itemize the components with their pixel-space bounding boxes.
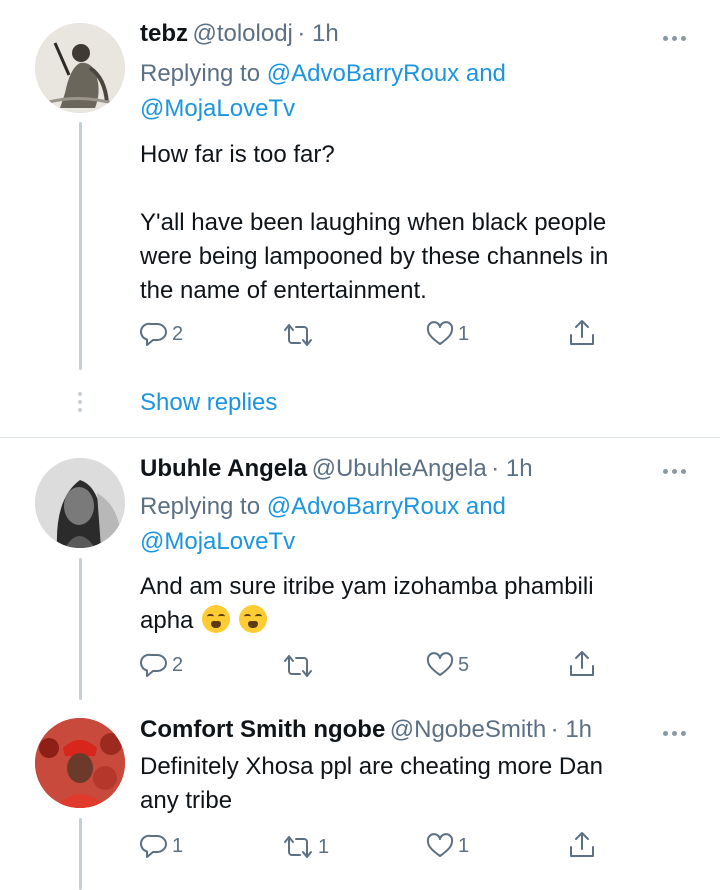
share-button[interactable]	[568, 318, 596, 348]
heart-icon	[426, 321, 454, 345]
like-count: 1	[458, 834, 470, 857]
tweet-text-line: Definitely Xhosa ppl are cheating more D…	[140, 753, 603, 780]
tweet-header: tebz @tololodj · 1h	[140, 20, 339, 48]
tweet-text: Definitely Xhosa ppl are cheating more D…	[140, 750, 700, 818]
tweet-3[interactable]: Comfort Smith ngobe @NgobeSmith · 1h Def…	[0, 700, 720, 890]
retweet-icon	[284, 324, 312, 346]
reply-button[interactable]: 1	[140, 832, 183, 860]
avatar-photo	[35, 718, 125, 808]
like-count: 5	[458, 653, 470, 676]
display-name[interactable]: tebz	[140, 20, 188, 47]
retweet-button[interactable]	[282, 653, 318, 679]
retweet-count: 1	[318, 835, 330, 858]
share-icon	[570, 651, 594, 676]
avatar-drawing	[35, 23, 125, 113]
reply-button[interactable]: 2	[140, 320, 183, 348]
weary-face-emoji	[202, 605, 231, 633]
tweet-header: Ubuhle Angela @UbuhleAngela · 1h	[140, 455, 533, 483]
timestamp[interactable]: · 1h	[297, 20, 338, 47]
tweet-text-line: were being lampooned by these channels i…	[140, 243, 609, 270]
retweet-icon	[284, 655, 312, 677]
handle[interactable]: @tololodj	[192, 20, 292, 47]
replying-and[interactable]: and	[459, 493, 506, 520]
more-icon[interactable]	[663, 731, 686, 736]
share-icon	[570, 320, 594, 345]
thread-dots	[78, 392, 82, 412]
like-button[interactable]: 1	[426, 833, 469, 859]
more-icon[interactable]	[663, 36, 686, 41]
reply-icon	[140, 653, 167, 677]
share-button[interactable]	[568, 649, 596, 679]
avatar-ubuhle[interactable]	[35, 458, 125, 548]
thread-line	[79, 122, 82, 370]
weary-face-emoji	[238, 605, 267, 633]
replying-to: Replying to @AdvoBarryRoux and @MojaLove…	[140, 56, 680, 126]
mention-advobarryroux[interactable]: @AdvoBarryRoux	[267, 60, 459, 87]
replying-prefix: Replying to	[140, 493, 267, 520]
mention-mojalovetv[interactable]: @MojaLoveTv	[140, 528, 295, 555]
handle[interactable]: @NgobeSmith	[390, 716, 546, 743]
share-icon	[570, 832, 594, 857]
replying-and[interactable]: and	[459, 60, 506, 87]
retweet-button[interactable]: 1	[282, 834, 329, 860]
tweet-text: And am sure itribe yam izohamba phambili…	[140, 570, 700, 638]
like-button[interactable]: 1	[426, 321, 469, 347]
display-name[interactable]: Ubuhle Angela	[140, 455, 307, 482]
tweet-header: Comfort Smith ngobe @NgobeSmith · 1h	[140, 716, 592, 744]
share-button[interactable]	[568, 830, 596, 860]
reply-icon	[140, 834, 167, 858]
reply-button[interactable]: 2	[140, 651, 183, 679]
avatar-photo	[35, 458, 125, 548]
heart-icon	[426, 833, 454, 857]
avatar-tebz[interactable]	[35, 23, 125, 113]
tweet-text-line: How far is too far?	[140, 141, 335, 168]
thread-line	[79, 558, 82, 700]
tweet-text: How far is too far? Y'all have been laug…	[140, 138, 700, 308]
reply-count: 1	[172, 834, 184, 857]
reply-count: 2	[172, 653, 184, 676]
tweet-text-line: any tribe	[140, 787, 233, 814]
timestamp[interactable]: · 1h	[551, 716, 592, 743]
like-count: 1	[458, 322, 470, 345]
handle[interactable]: @UbuhleAngela	[312, 455, 487, 482]
heart-icon	[426, 652, 454, 676]
reply-icon	[140, 322, 167, 346]
like-button[interactable]: 5	[426, 652, 469, 678]
mention-mojalovetv[interactable]: @MojaLoveTv	[140, 95, 295, 122]
replying-prefix: Replying to	[140, 60, 267, 87]
retweet-icon	[284, 836, 312, 858]
tweet-text-line: And am sure itribe yam izohamba phambili	[140, 573, 594, 600]
tweet-text-line: apha	[140, 607, 194, 634]
display-name[interactable]: Comfort Smith ngobe	[140, 716, 385, 743]
show-replies-link[interactable]: Show replies	[140, 389, 277, 417]
more-icon[interactable]	[663, 469, 686, 474]
tweet-text-line-with-emoji: apha	[140, 604, 700, 638]
tweet-1[interactable]: tebz @tololodj · 1h Replying to @AdvoBar…	[0, 0, 720, 380]
thread-line	[79, 818, 82, 890]
tweet-text-line: the name of entertainment.	[140, 277, 427, 304]
retweet-button[interactable]	[282, 322, 318, 348]
mention-advobarryroux[interactable]: @AdvoBarryRoux	[267, 493, 459, 520]
tweet-text-line: Y'all have been laughing when black peop…	[140, 209, 607, 236]
timestamp[interactable]: · 1h	[491, 455, 532, 482]
replying-to: Replying to @AdvoBarryRoux and @MojaLove…	[140, 489, 680, 559]
tweet-2[interactable]: Ubuhle Angela @UbuhleAngela · 1h Replyin…	[0, 438, 720, 700]
reply-count: 2	[172, 322, 184, 345]
avatar-comfort-smith[interactable]	[35, 718, 125, 808]
